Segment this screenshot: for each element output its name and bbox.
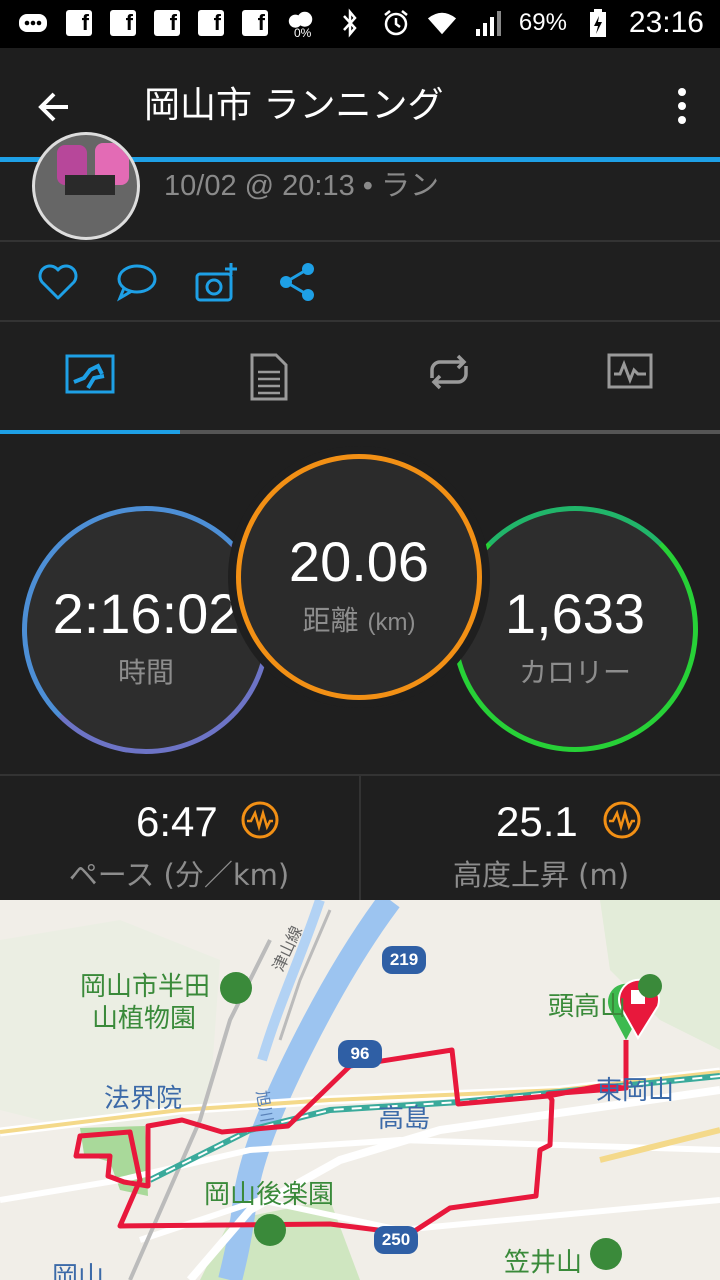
add-photo-button[interactable] — [194, 260, 238, 304]
back-button[interactable] — [30, 82, 80, 132]
map-label: 岡山 — [52, 1262, 105, 1280]
time-value: 2:16:02 — [52, 582, 240, 645]
route-shield: 250 — [374, 1226, 418, 1254]
stats-panel: 2:16:02 時間 1,633 カロリー 20.06 距離 (km) — [0, 434, 720, 774]
comment-icon — [116, 264, 157, 302]
tab-bar — [0, 322, 720, 432]
stat-divider — [359, 776, 361, 900]
wifi-icon — [427, 8, 457, 38]
map-label: 山植物園 — [92, 1004, 197, 1034]
heart-icon — [38, 264, 78, 300]
map-label: 法界院 — [104, 1084, 183, 1114]
more-vert-icon — [678, 88, 686, 124]
like-button[interactable] — [36, 260, 80, 304]
tab-summary[interactable] — [64, 352, 115, 402]
facebook-icon: f — [110, 10, 136, 36]
distance-stat: 20.06 距離 (km) — [236, 454, 482, 700]
overflow-menu-button[interactable] — [670, 84, 694, 128]
distance-label: 距離 — [302, 604, 359, 637]
status-bar: f f f f f 0% 69% 23:16 — [0, 0, 720, 48]
signal-icon — [473, 8, 503, 38]
data-saver-label: 0% — [294, 26, 312, 40]
calories-label: カロリー — [518, 656, 631, 689]
tab-details[interactable] — [246, 352, 296, 402]
comment-button[interactable] — [114, 260, 158, 304]
document-icon — [250, 353, 288, 401]
tab-laps[interactable] — [424, 352, 474, 402]
pace-label: ペース — [68, 858, 155, 892]
map-label: 高島 — [378, 1104, 431, 1134]
time-stat: 2:16:02 時間 — [22, 506, 270, 754]
pace-chart-icon[interactable] — [240, 800, 280, 840]
more-notifications-icon — [18, 8, 48, 38]
facebook-icon: f — [66, 10, 92, 36]
map-summary-icon — [65, 354, 115, 394]
map-label: 岡山後楽園 — [204, 1180, 335, 1210]
distance-unit: (km) — [367, 609, 416, 636]
activity-meta: 10/02 @ 20:13 • ラン — [164, 170, 439, 202]
distance-value: 20.06 — [288, 530, 430, 593]
avatar[interactable] — [32, 132, 140, 240]
arrow-back-icon — [38, 92, 68, 122]
activity-header: 10/02 @ 20:13 • ラン — [0, 132, 720, 242]
pace-value: 6:47 — [136, 798, 218, 845]
chart-icon — [607, 353, 653, 389]
bluetooth-icon — [335, 8, 365, 38]
share-icon — [280, 263, 314, 301]
data-saver-icon: 0% — [286, 8, 316, 40]
add-photo-icon — [195, 263, 237, 302]
battery-charging-icon — [583, 8, 613, 38]
elevation-label: 高度上昇 — [452, 858, 569, 892]
calories-stat: 1,633 カロリー — [452, 506, 698, 752]
sub-stats: 6:47 ペース (分／km) 25.1 高度上昇 (m) — [0, 774, 720, 902]
elevation-value: 25.1 — [496, 798, 578, 845]
elevation-stat: 25.1 高度上昇 (m) — [362, 776, 720, 900]
calories-value: 1,633 — [504, 582, 646, 645]
share-button[interactable] — [276, 260, 320, 304]
action-bar — [0, 240, 720, 322]
route-map[interactable]: 219 96 250 岡山市半田 山植物園 法界院 高島 東岡山 岡山後楽園 笠… — [0, 900, 720, 1280]
route-shield: 219 — [382, 946, 426, 974]
facebook-icon: f — [242, 10, 268, 36]
alarm-icon — [381, 8, 411, 38]
battery-percent: 69% — [518, 9, 567, 36]
laps-icon — [430, 354, 468, 390]
pace-unit: (分／km) — [163, 858, 290, 892]
tab-charts[interactable] — [606, 352, 656, 402]
page-title: 岡山市 ランニング — [144, 85, 444, 126]
facebook-icon: f — [198, 10, 224, 36]
pace-stat: 6:47 ペース (分／km) — [0, 776, 358, 900]
facebook-icon: f — [154, 10, 180, 36]
map-label: 頭高山 — [548, 992, 627, 1022]
elevation-chart-icon[interactable] — [602, 800, 642, 840]
map-label: 東岡山 — [596, 1076, 675, 1106]
route-shield: 96 — [338, 1040, 382, 1068]
map-label: 笠井山 — [504, 1248, 583, 1278]
status-time: 23:16 — [628, 6, 704, 39]
elevation-unit: (m) — [578, 858, 630, 892]
time-label: 時間 — [117, 656, 174, 689]
